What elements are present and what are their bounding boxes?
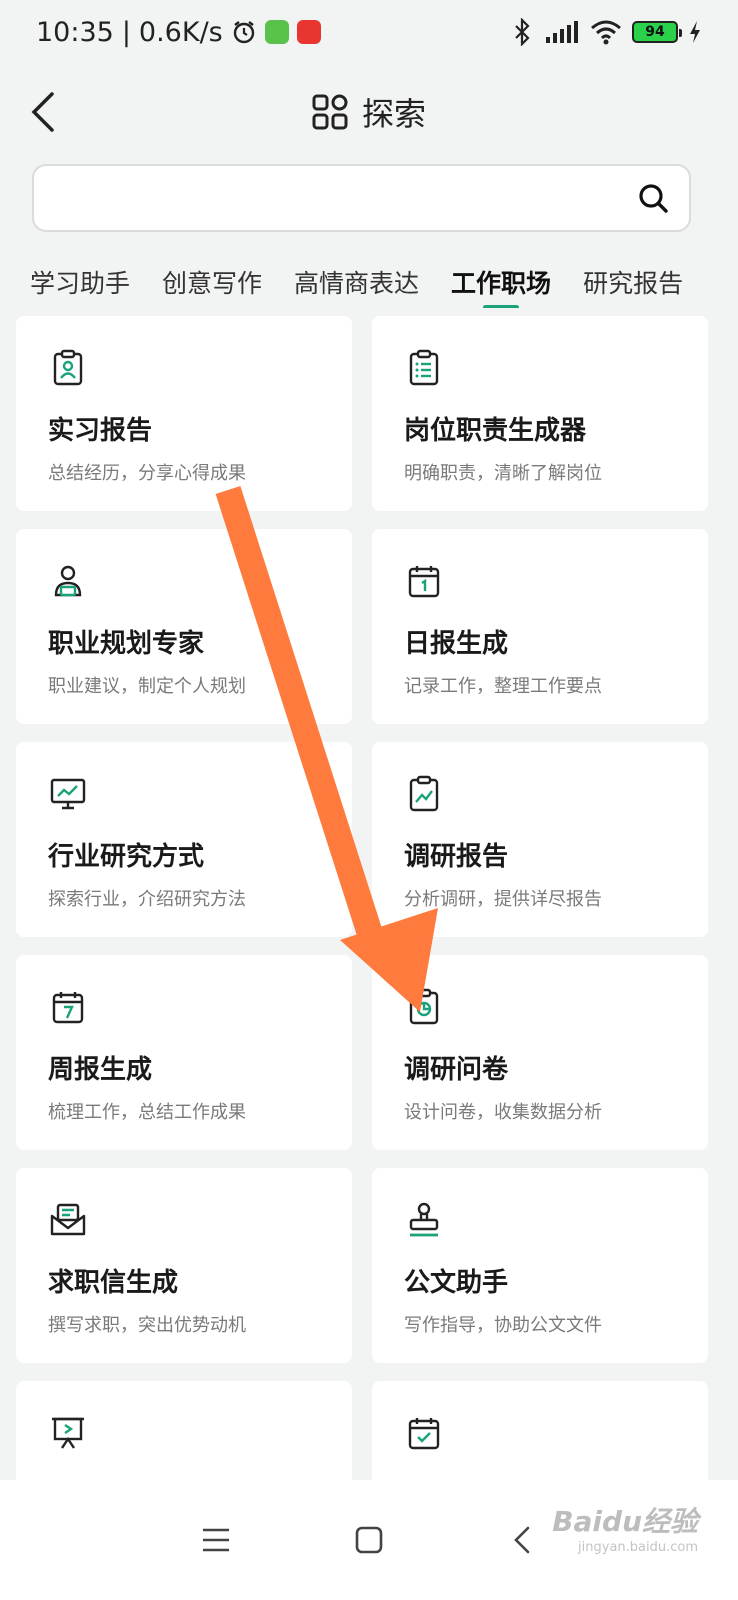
card-cover-letter[interactable]: 求职信生成 撰写求职，突出优势动机 [16, 1168, 352, 1363]
search-input[interactable] [32, 164, 691, 232]
card-title: 实习报告 [48, 416, 153, 446]
baidu-watermark: Baidu经验 [552, 1505, 698, 1538]
shopping-app-icon [296, 20, 321, 44]
apps-grid-icon [312, 94, 348, 130]
card-title: 求职信生成 [48, 1268, 179, 1298]
stamp-icon [409, 1202, 439, 1237]
card-research-report[interactable]: 调研报告 分析调研，提供详尽报告 [372, 742, 708, 937]
back-arrow-icon [513, 1526, 529, 1554]
tab-label: 工作职场 [451, 269, 552, 298]
monitor-chart-icon [50, 778, 86, 810]
battery-level: 94 [645, 24, 665, 40]
person-laptop-icon [54, 565, 82, 597]
card-weekly-report[interactable]: 周报生成 梳理工作，总结工作成果 [16, 955, 352, 1150]
watermark-url: jingyan.baidu.com [578, 1540, 698, 1555]
charging-icon [690, 21, 700, 43]
card-subtitle: 撰写求职，突出优势动机 [48, 1315, 246, 1336]
card-title: 调研问卷 [404, 1055, 509, 1085]
calendar-week-icon [52, 992, 84, 1024]
status-divider: | [121, 16, 131, 48]
alarm-icon [233, 21, 254, 44]
card-title: 调研报告 [404, 842, 509, 872]
tool-card-grid: 实习报告 总结经历，分享心得成果 岗位职责生成器 明确职责，清晰了解岗位 职业规… [16, 316, 708, 1576]
signal-icon [546, 21, 578, 43]
card-title: 公文助手 [404, 1268, 509, 1298]
search-icon[interactable] [637, 182, 669, 214]
status-time: 10:35 [36, 16, 114, 48]
tab-study[interactable]: 学习助手 [30, 256, 130, 308]
battery-indicator: 94 [632, 21, 682, 43]
chevron-left-icon [31, 92, 54, 132]
wifi-icon [591, 20, 621, 45]
card-subtitle: 明确职责，清晰了解岗位 [404, 463, 602, 484]
card-subtitle: 职业建议，制定个人规划 [48, 676, 246, 697]
calendar-day-icon [408, 566, 440, 598]
card-research-questionnaire[interactable]: 调研问卷 设计问卷，收集数据分析 [372, 955, 708, 1150]
tab-research-report[interactable]: 研究报告 [583, 256, 683, 308]
tab-label: 研究报告 [583, 269, 684, 298]
card-title: 行业研究方式 [48, 842, 205, 872]
page-title: 探索 [361, 95, 426, 133]
back-button[interactable] [22, 88, 62, 136]
card-title: 职业规划专家 [48, 629, 205, 659]
tab-label: 学习助手 [30, 269, 131, 298]
clipboard-chart-icon [409, 775, 439, 812]
calendar-check-icon [408, 1418, 440, 1450]
tab-workplace[interactable]: 工作职场 [451, 256, 551, 308]
clipboard-user-icon [53, 349, 83, 386]
card-official-document-assistant[interactable]: 公文助手 写作指导，协助公文文件 [372, 1168, 708, 1363]
clipboard-pie-icon [409, 988, 439, 1025]
card-industry-research[interactable]: 行业研究方式 探索行业，介绍研究方法 [16, 742, 352, 937]
status-left: 10:35 | 0.6K/s [36, 17, 321, 48]
card-subtitle: 梳理工作，总结工作成果 [48, 1102, 246, 1123]
tab-label: 创意写作 [162, 269, 263, 298]
card-subtitle: 设计问卷，收集数据分析 [404, 1102, 602, 1123]
card-subtitle: 分析调研，提供详尽报告 [404, 889, 602, 910]
card-internship-report[interactable]: 实习报告 总结经历，分享心得成果 [16, 316, 352, 511]
status-right: 94 [512, 18, 702, 46]
tab-label: 高情商表达 [294, 269, 420, 298]
card-subtitle: 记录工作，整理工作要点 [404, 676, 602, 697]
tab-creative-writing[interactable]: 创意写作 [162, 256, 262, 308]
card-title: 周报生成 [48, 1055, 153, 1085]
envelope-doc-icon [50, 1203, 86, 1236]
bluetooth-icon [515, 18, 530, 46]
card-daily-report[interactable]: 日报生成 记录工作，整理工作要点 [372, 529, 708, 724]
card-subtitle: 探索行业，介绍研究方法 [48, 889, 246, 910]
menu-icon [203, 1528, 230, 1552]
card-job-duty-generator[interactable]: 岗位职责生成器 明确职责，清晰了解岗位 [372, 316, 708, 511]
clipboard-list-icon [409, 349, 439, 386]
status-network-speed: 0.6K/s [138, 16, 223, 48]
card-subtitle: 总结经历，分享心得成果 [48, 463, 246, 484]
presentation-icon [52, 1417, 84, 1449]
category-tabs: 学习助手 创意写作 高情商表达 工作职场 研究报告 [0, 256, 738, 308]
home-button[interactable] [339, 1510, 399, 1570]
home-square-icon [355, 1526, 383, 1554]
card-title: 日报生成 [404, 629, 509, 659]
header: 探索 [0, 72, 738, 152]
menu-button[interactable] [186, 1510, 246, 1570]
card-subtitle: 写作指导，协助公文文件 [404, 1315, 602, 1336]
tab-eq-expression[interactable]: 高情商表达 [294, 256, 419, 308]
system-back-button[interactable] [492, 1510, 552, 1570]
card-career-planner[interactable]: 职业规划专家 职业建议，制定个人规划 [16, 529, 352, 724]
title-wrap: 探索 [312, 89, 426, 135]
status-bar: 10:35 | 0.6K/s 94 [0, 0, 738, 64]
download-app-icon [264, 20, 289, 44]
card-title: 岗位职责生成器 [404, 416, 587, 446]
